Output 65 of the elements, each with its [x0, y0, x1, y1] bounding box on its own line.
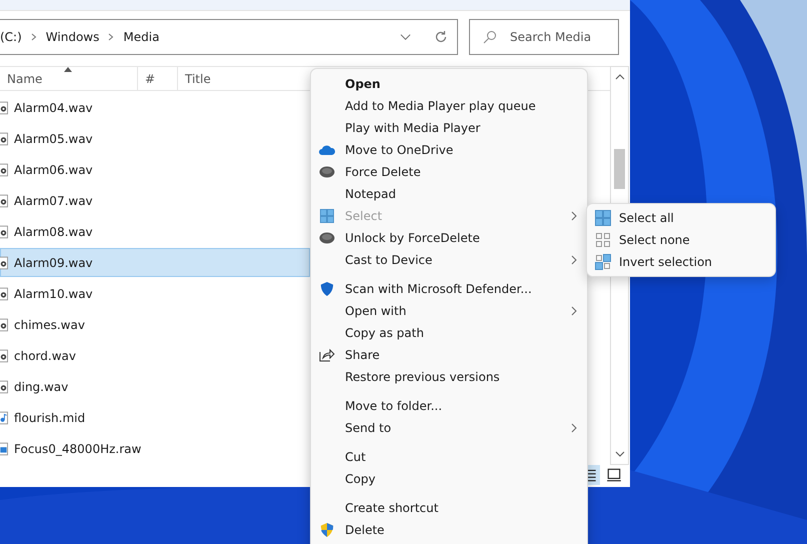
- file-row[interactable]: Focus0_48000Hz.raw: [0, 434, 310, 463]
- menu-item[interactable]: Open: [311, 73, 587, 95]
- menu-item[interactable]: Share: [311, 344, 587, 366]
- menu-item[interactable]: Create shortcut: [311, 497, 587, 519]
- menu-item[interactable]: Restore previous versions: [311, 366, 587, 388]
- column-header[interactable]: #: [138, 67, 178, 90]
- file-row[interactable]: chimes.wav: [0, 310, 310, 339]
- file-row[interactable]: Alarm04.wav: [0, 93, 310, 122]
- menu-item[interactable]: Invert selection: [587, 251, 775, 273]
- breadcrumb[interactable]: Windows: [46, 30, 100, 44]
- breadcrumb[interactable]: (C:): [0, 30, 22, 44]
- chevron-right-icon: [571, 306, 577, 316]
- sort-arrow-icon: [64, 67, 72, 72]
- file-row[interactable]: Alarm06.wav: [0, 155, 310, 184]
- menu-item[interactable]: Play with Media Player: [311, 117, 587, 139]
- disc-icon: [319, 165, 335, 179]
- disc-icon: [319, 231, 335, 245]
- audio-file-icon: [0, 256, 8, 270]
- scroll-thumb[interactable]: [614, 149, 625, 189]
- menu-item[interactable]: Unlock by ForceDelete: [311, 227, 587, 249]
- menu-item[interactable]: Delete: [311, 519, 587, 541]
- menu-item[interactable]: Force Delete: [311, 161, 587, 183]
- search-icon: [483, 30, 497, 44]
- scroll-up-icon[interactable]: [614, 74, 624, 80]
- empty-grid-icon: [595, 232, 611, 248]
- menu-item[interactable]: Scan with Microsoft Defender...: [311, 278, 587, 300]
- menu-item[interactable]: Notepad: [311, 183, 587, 205]
- chevron-right-icon: [571, 255, 577, 265]
- menu-item[interactable]: Send to: [311, 417, 587, 439]
- share-icon: [319, 348, 335, 362]
- menu-item[interactable]: Copy: [311, 468, 587, 490]
- file-row[interactable]: ding.wav: [0, 372, 310, 401]
- menu-item[interactable]: Add to Media Player play queue: [311, 95, 587, 117]
- partial-grid-icon: [595, 254, 611, 270]
- file-row[interactable]: chord.wav: [0, 341, 310, 370]
- cloud-icon: [319, 143, 335, 157]
- menu-item[interactable]: Open with: [311, 300, 587, 322]
- grid-icon: [595, 210, 611, 226]
- address-bar[interactable]: (C:) Windows Media: [0, 19, 458, 55]
- dropdown-icon[interactable]: [400, 33, 411, 41]
- file-row[interactable]: Alarm08.wav: [0, 217, 310, 246]
- chevron-right-icon: [571, 211, 577, 221]
- menu-item[interactable]: Cast to Device: [311, 249, 587, 271]
- search-field[interactable]: Search Media: [469, 19, 619, 55]
- menu-item[interactable]: Move to OneDrive: [311, 139, 587, 161]
- file-row[interactable]: flourish.mid: [0, 403, 310, 432]
- chevron-right-icon: [108, 33, 114, 41]
- file-row[interactable]: Alarm10.wav: [0, 279, 310, 308]
- file-row[interactable]: Alarm07.wav: [0, 186, 310, 215]
- menu-item[interactable]: Move to folder...: [311, 395, 587, 417]
- file-row[interactable]: Alarm05.wav: [0, 124, 310, 153]
- refresh-icon[interactable]: [434, 30, 448, 44]
- breadcrumb[interactable]: Media: [123, 30, 160, 44]
- grid-icon: [319, 209, 335, 223]
- menu-item[interactable]: Cut: [311, 446, 587, 468]
- uac-shield-icon: [319, 523, 335, 537]
- file-row[interactable]: Alarm09.wav: [0, 248, 310, 277]
- menu-item[interactable]: Copy as path: [311, 322, 587, 344]
- chevron-right-icon: [571, 423, 577, 433]
- chevron-right-icon: [30, 33, 37, 41]
- column-header[interactable]: Name: [0, 67, 138, 90]
- shield-icon: [319, 282, 335, 296]
- menu-item[interactable]: Select all: [587, 207, 775, 229]
- scroll-down-icon[interactable]: [614, 451, 624, 457]
- menu-item[interactable]: Select none: [587, 229, 775, 251]
